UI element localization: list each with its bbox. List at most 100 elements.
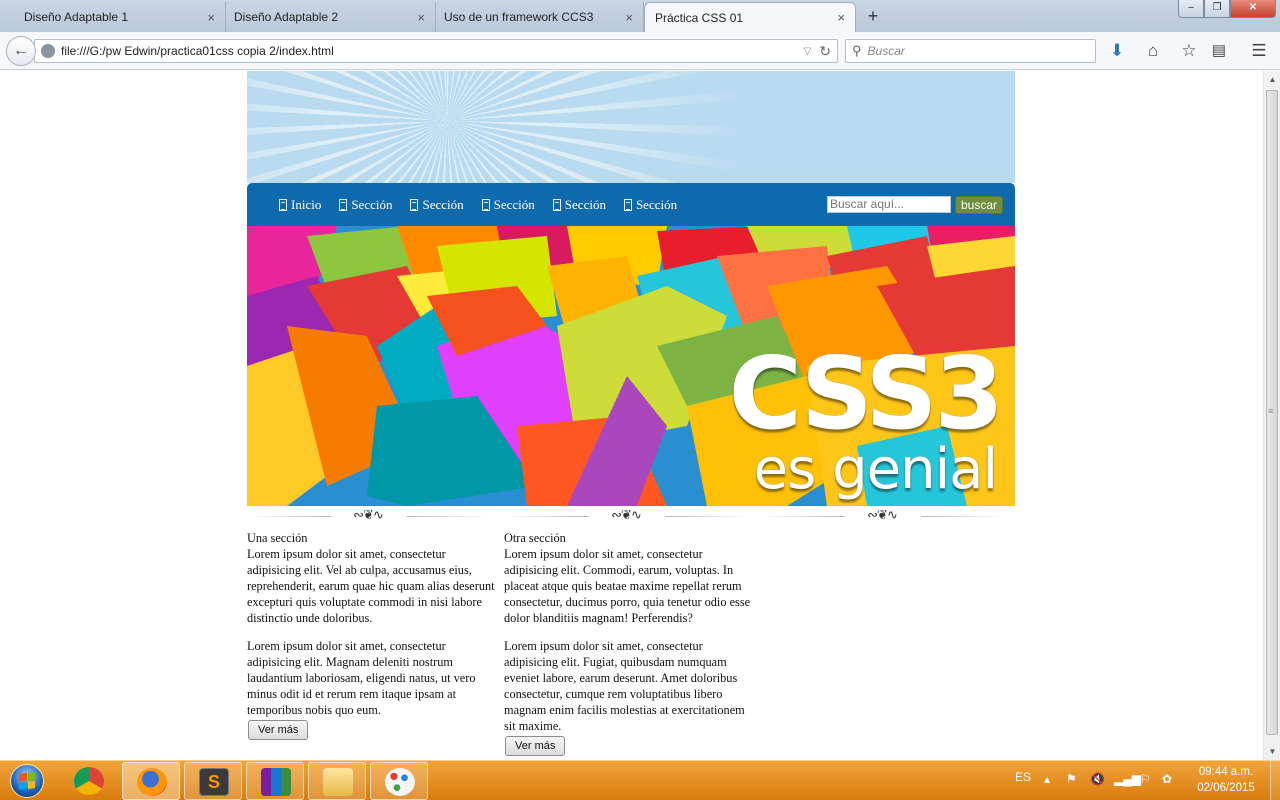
site-container: Inicio Sección Sección Sección Sección S… — [247, 71, 1015, 760]
page-icon — [279, 198, 287, 211]
menu-item-seccion-4[interactable]: Sección — [552, 197, 606, 213]
winrar-logo — [261, 768, 291, 796]
folder-logo — [323, 768, 353, 796]
scrollbar-grip-icon: ≡ — [1268, 406, 1274, 416]
chrome-logo — [74, 767, 104, 795]
menu-item-seccion-3[interactable]: Sección — [481, 196, 535, 213]
scroll-down-arrow-icon[interactable]: ▼ — [1264, 743, 1280, 760]
ver-mas-button[interactable]: Ver más — [248, 720, 309, 740]
divider-line — [407, 516, 491, 517]
section-heading: Una sección — [247, 531, 308, 545]
windows-taskbar: S — [0, 760, 1280, 800]
language-indicator[interactable]: ES — [1015, 770, 1031, 784]
divider-ornament: ∾❦∿ — [247, 508, 497, 524]
menu-item-inicio[interactable]: Inicio — [279, 197, 321, 213]
sublime-text-icon[interactable]: S — [184, 762, 242, 800]
section-paragraph: Lorem ipsum dolor sit amet, consectetur … — [247, 547, 495, 625]
menu-item-label: Sección — [493, 196, 535, 212]
page-viewport: Inicio Sección Sección Sección Sección S… — [0, 71, 1263, 760]
navigation-toolbar: file:///G:/pw Edwin/practica01css copia … — [0, 32, 1280, 70]
firefox-icon[interactable] — [122, 762, 180, 800]
browser-search-placeholder: Buscar — [867, 44, 905, 58]
close-icon[interactable]: × — [207, 10, 215, 25]
close-window-button[interactable]: ✕ — [1230, 0, 1276, 18]
page-icon — [623, 198, 632, 211]
tab-title: Práctica CSS 01 — [655, 10, 744, 25]
flourish-icon: ∾❦∿ — [867, 508, 898, 523]
winrar-icon[interactable] — [246, 762, 304, 800]
hero-subtitle: es genial — [753, 437, 998, 502]
system-clock[interactable]: 09:44 a.m. 02/06/2015 — [1190, 764, 1262, 796]
vertical-scrollbar[interactable]: ▲ ≡ ▼ — [1263, 71, 1280, 760]
tab-title: Uso de un framework CCS3 — [444, 10, 594, 24]
site-header-banner — [247, 71, 1015, 183]
page-icon — [481, 198, 490, 211]
page-icon — [339, 198, 348, 211]
show-desktop-button[interactable] — [1270, 760, 1280, 800]
site-menu: Inicio Sección Sección Sección Sección S… — [279, 197, 695, 213]
site-search-input[interactable]: Buscar aquí... — [827, 196, 951, 213]
url-bar[interactable]: file:///G:/pw Edwin/practica01css copia … — [34, 39, 838, 63]
close-icon[interactable]: × — [837, 10, 845, 25]
firefox-logo — [137, 768, 167, 796]
scroll-up-arrow-icon[interactable]: ▲ — [1264, 71, 1280, 88]
menu-item-seccion-1[interactable]: Sección — [339, 197, 392, 213]
divider-ornament: ∾❦∿ — [505, 508, 755, 524]
section-paragraph: Lorem ipsum dolor sit amet, consectetur … — [247, 639, 476, 717]
restore-button[interactable]: ❐ — [1204, 0, 1230, 18]
flourish-icon: ∾❦∿ — [353, 508, 384, 523]
url-text[interactable]: file:///G:/pw Edwin/practica01css copia … — [61, 44, 804, 58]
tab-title: Diseño Adaptable 2 — [234, 10, 339, 24]
new-tab-button[interactable]: + — [862, 6, 884, 27]
search-icon: ⚲ — [852, 43, 862, 58]
menu-icon[interactable]: ☰ — [1248, 40, 1270, 62]
section-paragraph: Lorem ipsum dolor sit amet, consectetur … — [504, 547, 751, 625]
reading-list-icon[interactable]: ▤ — [1208, 40, 1230, 62]
paint-icon[interactable] — [370, 762, 428, 800]
browser-search-box[interactable]: ⚲ Buscar — [845, 39, 1096, 63]
tab-strip: Diseño Adaptable 1 × Diseño Adaptable 2 … — [0, 0, 1280, 32]
window-controls: – ❐ ✕ — [1178, 0, 1276, 18]
site-search-button[interactable]: buscar — [955, 196, 1003, 214]
tab-disenio-adaptable-1[interactable]: Diseño Adaptable 1 × — [0, 2, 226, 32]
windows-logo-icon — [19, 772, 35, 790]
dropdown-arrow-icon[interactable]: ▽ — [804, 46, 812, 57]
action-center-icon[interactable]: ⚑ — [1066, 772, 1077, 786]
menu-item-seccion-2[interactable]: Sección — [410, 196, 464, 213]
home-icon[interactable]: ⌂ — [1142, 40, 1164, 62]
network-signal-icon[interactable]: ▂▄▆ — [1114, 772, 1141, 786]
tab-disenio-adaptable-2[interactable]: Diseño Adaptable 2 × — [226, 2, 436, 32]
show-hidden-icons-icon[interactable]: ▴ — [1044, 772, 1050, 786]
content-columns: ∾❦∿ ∾❦∿ ∾❦∿ Una sección Lorem ipsum dolo… — [247, 506, 1015, 760]
menu-item-label: Sección — [422, 196, 464, 212]
close-icon[interactable]: × — [625, 10, 633, 25]
menu-item-seccion-5[interactable]: Sección — [623, 197, 677, 213]
sunburst-decoration — [247, 71, 747, 183]
close-icon[interactable]: × — [417, 10, 425, 25]
clock-time: 09:44 a.m. — [1198, 766, 1254, 778]
flourish-icon: ∾❦∿ — [611, 508, 642, 523]
start-button[interactable] — [2, 761, 54, 800]
divider-ornament: ∾❦∿ — [761, 508, 1011, 524]
page-icon — [552, 198, 561, 211]
clock-date: 02/06/2015 — [1197, 782, 1255, 794]
divider-line — [761, 516, 845, 517]
back-button[interactable]: ← — [6, 36, 36, 66]
tab-framework-css3[interactable]: Uso de un framework CCS3 × — [436, 2, 644, 32]
menu-item-label: Inicio — [291, 196, 322, 212]
security-icon[interactable]: ✿ — [1162, 772, 1172, 786]
section-column-2: Otra sección Lorem ipsum dolor sit amet,… — [504, 530, 754, 756]
bookmark-star-icon[interactable]: ☆ — [1178, 40, 1200, 62]
chrome-icon[interactable] — [60, 762, 118, 800]
reload-icon[interactable]: ↻ — [819, 43, 831, 60]
ver-mas-button[interactable]: Ver más — [505, 736, 566, 756]
sublime-logo: S — [199, 768, 229, 796]
volume-muted-icon[interactable]: 🔇 — [1090, 772, 1105, 786]
divider-line — [505, 516, 589, 517]
flag-icon[interactable]: ⚐ — [1140, 772, 1151, 786]
site-nav-bar: Inicio Sección Sección Sección Sección S… — [247, 183, 1015, 226]
download-icon[interactable]: ⬇ — [1106, 40, 1128, 62]
file-explorer-icon[interactable] — [308, 762, 366, 800]
tab-practica-css-01[interactable]: Práctica CSS 01 × — [644, 2, 856, 32]
minimize-button[interactable]: – — [1178, 0, 1204, 18]
